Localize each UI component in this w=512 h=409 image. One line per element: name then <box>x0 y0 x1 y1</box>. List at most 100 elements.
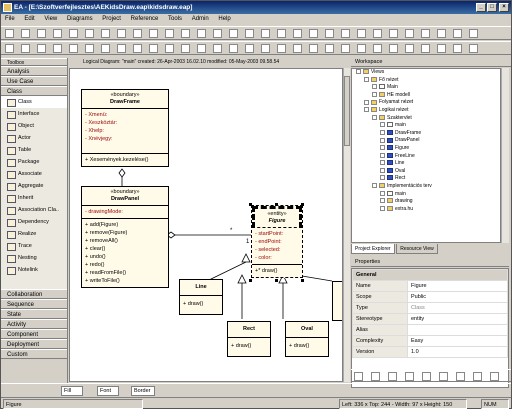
toolbar-button-icon[interactable] <box>341 29 350 38</box>
expand-toggle-icon[interactable] <box>380 145 385 151</box>
toolbar-button-icon[interactable] <box>21 29 30 38</box>
expand-toggle-icon[interactable] <box>380 152 385 158</box>
toolbar-button-icon[interactable] <box>229 44 238 53</box>
resize-handle[interactable] <box>275 279 278 282</box>
toolbar-button-icon[interactable] <box>389 29 398 38</box>
tree-node[interactable]: Line <box>352 160 500 168</box>
toolbox-item-notelink[interactable]: Notelink <box>1 264 67 276</box>
minimize-button[interactable]: _ <box>476 3 486 12</box>
toolbar-button-icon[interactable] <box>388 372 397 381</box>
resize-handle[interactable] <box>301 203 304 206</box>
tree-node[interactable]: extra.hu <box>352 206 500 214</box>
toolbox-group-component[interactable]: Component <box>1 329 67 339</box>
toolbar-button-icon[interactable] <box>439 372 448 381</box>
toolbar-button-icon[interactable] <box>389 44 398 53</box>
expand-toggle-icon[interactable] <box>380 129 385 135</box>
toolbar-button-icon[interactable] <box>277 44 286 53</box>
project-tree[interactable]: Views Fő nézet Main HE modell Folyamat nézet… <box>351 68 501 243</box>
prop-value-name[interactable]: Figure <box>407 280 508 292</box>
class-figure[interactable]: «entity» Figure - startPoint: - endPoint… <box>251 205 303 278</box>
class-drawframe[interactable]: «boundary» DrawFrame - Xmenü: - Xeszközt… <box>81 89 169 167</box>
toolbar-button-icon[interactable] <box>456 372 465 381</box>
menu-diagrams[interactable]: Diagrams <box>63 14 97 25</box>
tree-node[interactable]: Szaktervlet <box>352 115 500 123</box>
toolbar-button-icon[interactable] <box>165 29 174 38</box>
toolbar-button-icon[interactable] <box>293 29 302 38</box>
tree-node[interactable]: DrawFrame <box>352 130 500 138</box>
toolbar-button-icon[interactable] <box>165 44 174 53</box>
menu-view[interactable]: View <box>40 14 61 25</box>
class-oval[interactable]: Oval + draw() <box>285 321 329 357</box>
toolbar-button-icon[interactable] <box>261 29 270 38</box>
toolbar-button-icon[interactable] <box>373 44 382 53</box>
border-picker[interactable]: Border <box>131 386 155 396</box>
toolbar-button-icon[interactable] <box>37 44 46 53</box>
tree-node[interactable]: Figure <box>352 145 500 153</box>
toolbox-group-sequence[interactable]: Sequence <box>1 299 67 309</box>
expand-toggle-icon[interactable] <box>364 99 369 105</box>
fill-color-picker[interactable]: Fill <box>61 386 83 396</box>
menu-edit[interactable]: Edit <box>20 14 38 25</box>
toolbar-button-icon[interactable] <box>181 44 190 53</box>
expand-toggle-icon[interactable] <box>372 84 377 90</box>
font-picker[interactable]: Font <box>97 386 119 396</box>
toolbar-button-icon[interactable] <box>453 44 462 53</box>
prop-value-complexity[interactable]: Easy <box>407 335 508 347</box>
scrollbar-thumb[interactable] <box>344 76 350 146</box>
tree-node[interactable]: Folyamat nézet <box>352 99 500 107</box>
toolbox-group-analysis[interactable]: Analysis <box>1 66 67 76</box>
toolbox-item-actor[interactable]: Actor <box>1 132 67 144</box>
toolbox-group-custom[interactable]: Custom <box>1 349 67 359</box>
toolbar-button-icon[interactable] <box>357 29 366 38</box>
toolbox-item-aggregate[interactable]: Aggregate <box>1 180 67 192</box>
toolbox-item-inherit[interactable]: Inherit <box>1 192 67 204</box>
toolbar-button-icon[interactable] <box>37 29 46 38</box>
toolbar-button-icon[interactable] <box>341 44 350 53</box>
menu-admin[interactable]: Admin <box>188 14 213 25</box>
prop-value-scope[interactable]: Public <box>407 291 508 303</box>
toolbar-button-icon[interactable] <box>277 29 286 38</box>
toolbox-item-associate[interactable]: Associate <box>1 168 67 180</box>
expand-toggle-icon[interactable] <box>372 183 377 189</box>
tree-node[interactable]: HE modell <box>352 92 500 100</box>
prop-value-version[interactable]: 1.0 <box>407 346 508 358</box>
prop-value-alias[interactable] <box>407 324 508 336</box>
expand-toggle-icon[interactable] <box>380 205 385 211</box>
expand-toggle-icon[interactable] <box>364 107 369 113</box>
menu-help[interactable]: Help <box>214 14 234 25</box>
toolbar-button-icon[interactable] <box>354 372 363 381</box>
toolbar-button-icon[interactable] <box>85 44 94 53</box>
expand-toggle-icon[interactable] <box>380 190 385 196</box>
prop-value-stereotype[interactable]: entity <box>407 313 508 325</box>
toolbar-button-icon[interactable] <box>453 29 462 38</box>
tree-node[interactable]: Views <box>352 69 500 77</box>
expand-toggle-icon[interactable] <box>372 114 377 120</box>
tree-node[interactable]: Fő nézet <box>352 77 500 85</box>
toolbar-button-icon[interactable] <box>437 29 446 38</box>
toolbox-item-class[interactable]: Class <box>1 96 67 108</box>
toolbar-button-icon[interactable] <box>117 44 126 53</box>
tree-scrollbar[interactable] <box>501 68 509 243</box>
tree-node[interactable]: main <box>352 122 500 130</box>
expand-toggle-icon[interactable] <box>372 91 377 97</box>
toolbar-button-icon[interactable] <box>69 29 78 38</box>
toolbar-button-icon[interactable] <box>213 29 222 38</box>
toolbar-button-icon[interactable] <box>245 44 254 53</box>
expand-toggle-icon[interactable] <box>364 76 369 82</box>
toolbar-button-icon[interactable] <box>245 29 254 38</box>
toolbar-button-icon[interactable] <box>469 29 478 38</box>
toolbar-button-icon[interactable] <box>213 44 222 53</box>
tree-node[interactable]: Rect <box>352 175 500 183</box>
toolbar-button-icon[interactable] <box>69 44 78 53</box>
toolbar-button-icon[interactable] <box>421 44 430 53</box>
toolbox-group-deployment[interactable]: Deployment <box>1 339 67 349</box>
tree-node[interactable]: Oval <box>352 168 500 176</box>
toolbar-button-icon[interactable] <box>133 29 142 38</box>
toolbar-button-icon[interactable] <box>469 44 478 53</box>
maximize-button[interactable]: □ <box>487 3 497 12</box>
toolbox-item-realize[interactable]: Realize <box>1 228 67 240</box>
class-freeline-partial[interactable] <box>332 281 342 321</box>
toolbox-item-table[interactable]: Table <box>1 144 67 156</box>
toolbar-button-icon[interactable] <box>357 44 366 53</box>
toolbar-button-icon[interactable] <box>490 372 499 381</box>
